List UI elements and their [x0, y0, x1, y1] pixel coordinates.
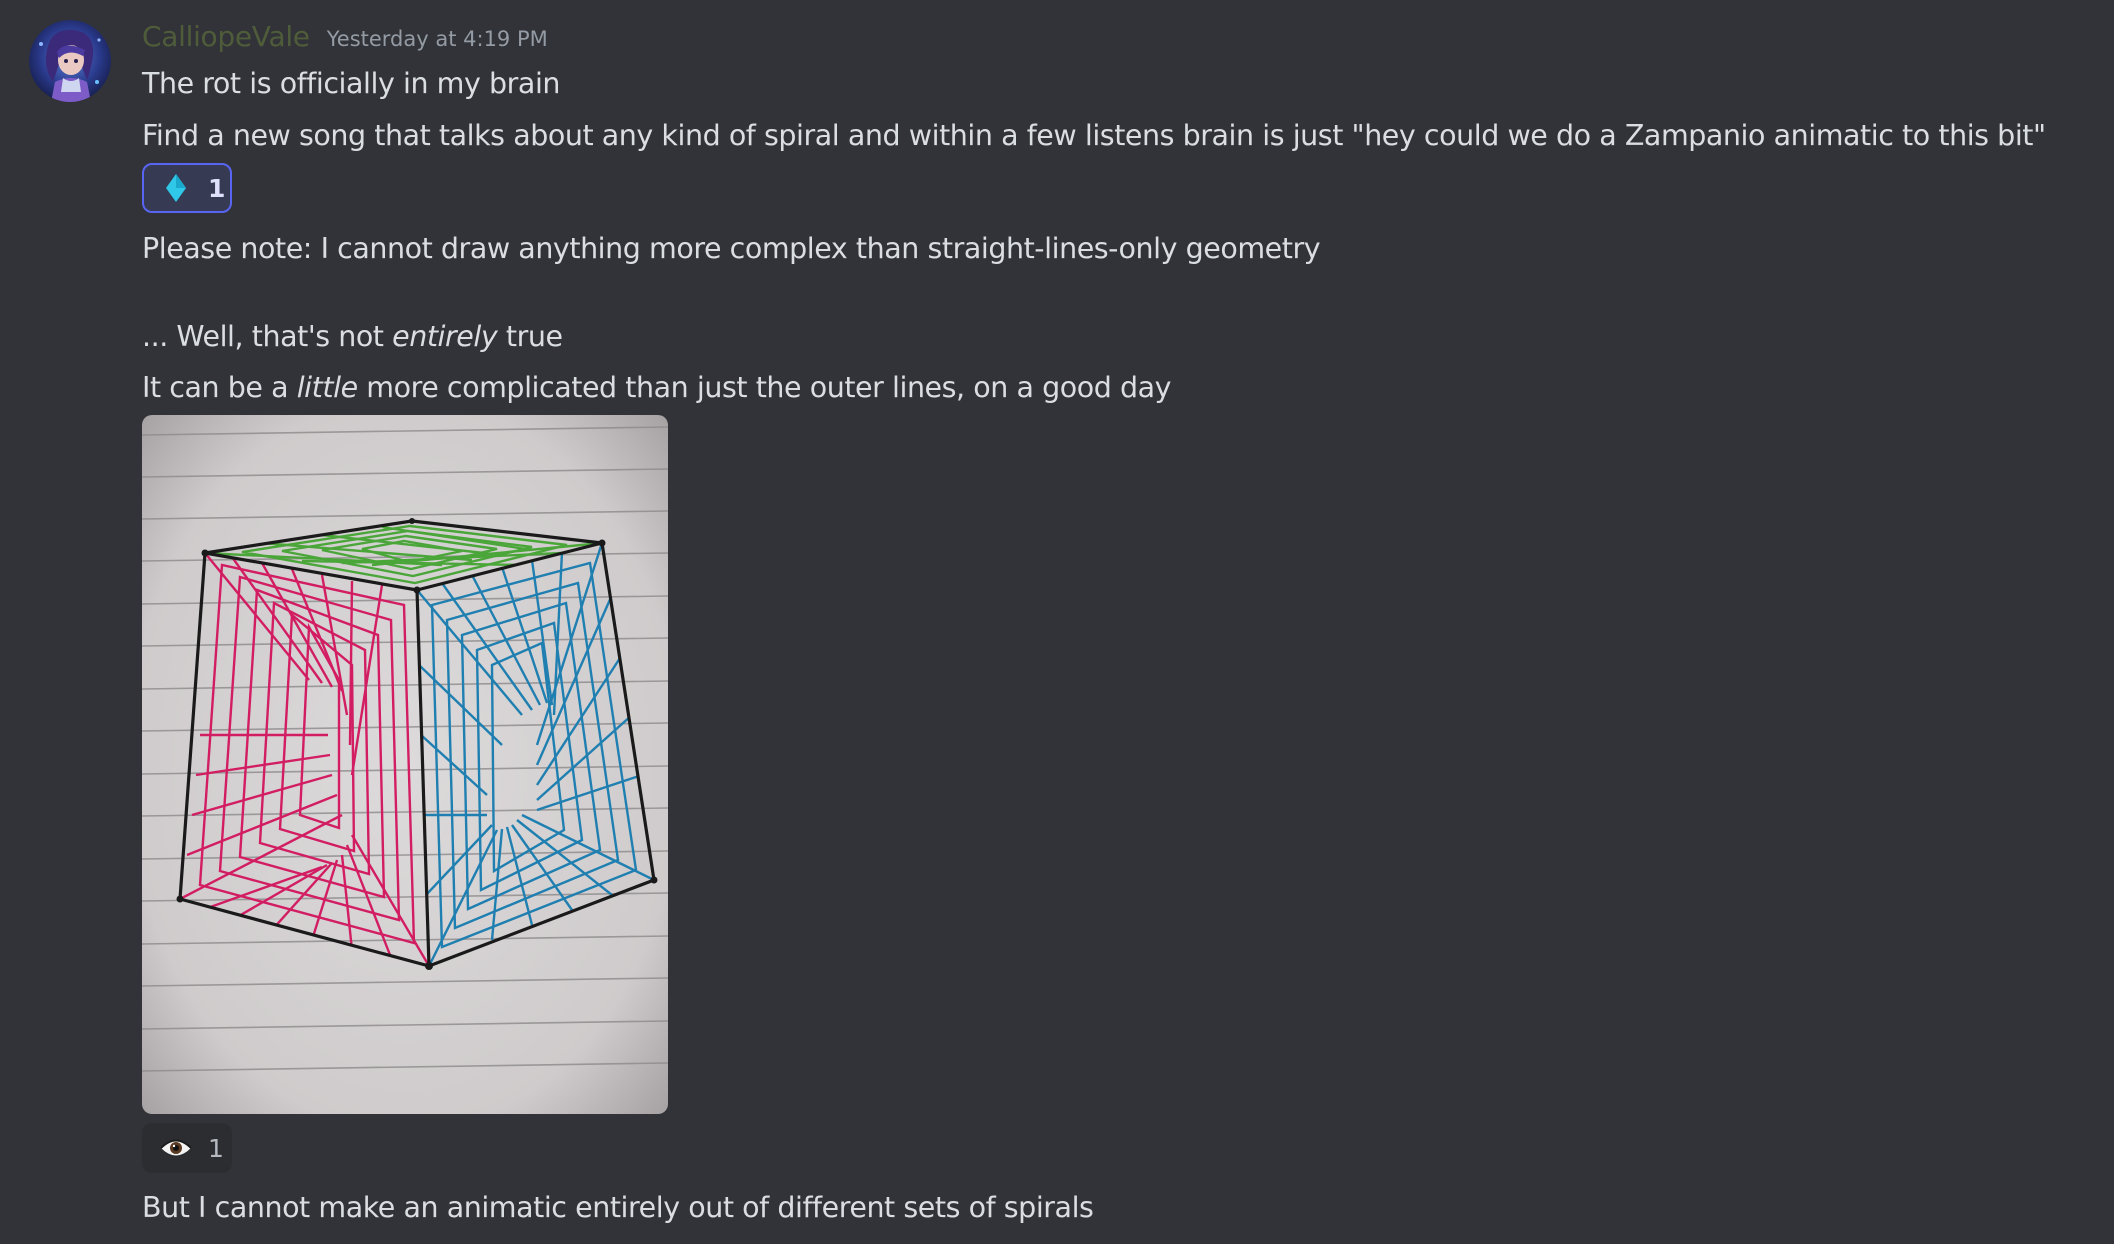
italic-text: entirely	[392, 320, 498, 353]
message-header: CalliopeVale Yesterday at 4:19 PM	[142, 20, 548, 62]
text-segment: true	[497, 320, 563, 353]
diamond-icon	[156, 172, 196, 204]
user-avatar[interactable]	[29, 20, 111, 102]
reaction-count: 1	[208, 1133, 224, 1163]
text-segment: more complicated than just the outer lin…	[357, 371, 1172, 404]
eye-icon	[156, 1132, 196, 1164]
message-line: But I cannot make an animatic entirely o…	[142, 1191, 1094, 1224]
message-line: ... Well, that's not entirely true	[142, 317, 563, 357]
message-line: It can be a little more complicated than…	[142, 368, 1171, 408]
reaction-eye[interactable]: 1	[142, 1123, 232, 1173]
message-line: Find a new song that talks about any kin…	[142, 119, 2046, 152]
message-line: The rot is officially in my brain	[142, 67, 561, 100]
message-timestamp[interactable]: Yesterday at 4:19 PM	[327, 27, 548, 51]
italic-text: little	[296, 371, 358, 404]
image-attachment[interactable]	[142, 415, 668, 1114]
reaction-count: 1	[208, 173, 226, 203]
message-group: CalliopeVale Yesterday at 4:19 PM The ro…	[0, 0, 2114, 1244]
text-segment: ... Well, that's not	[142, 320, 393, 353]
reaction-diamond[interactable]: 1	[142, 163, 232, 213]
text-segment: It can be a	[142, 371, 297, 404]
message-line: Please note: I cannot draw anything more…	[142, 232, 1321, 265]
author-name[interactable]: CalliopeVale	[142, 20, 310, 53]
